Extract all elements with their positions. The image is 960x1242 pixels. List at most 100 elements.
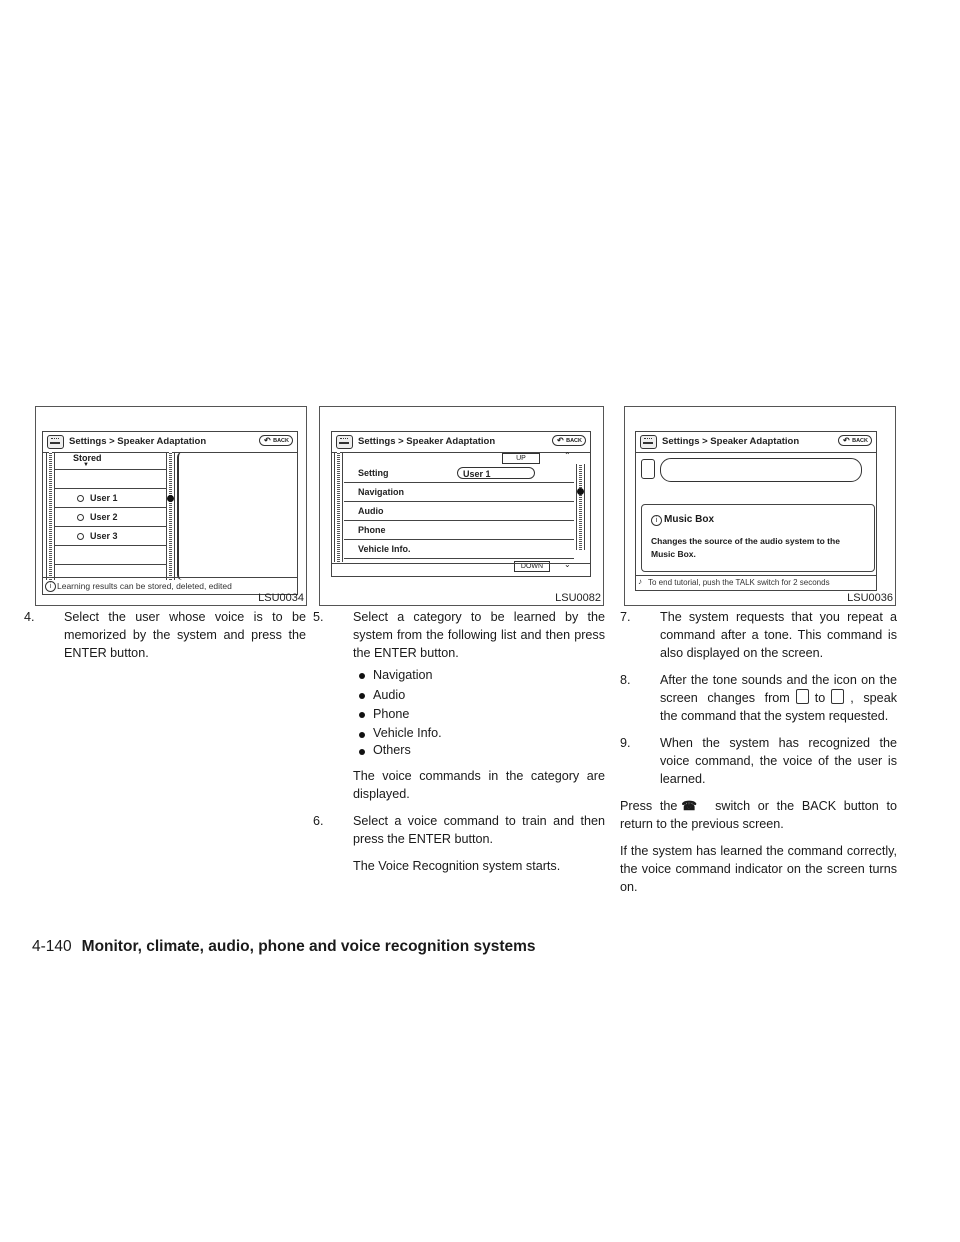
list-item-phone[interactable]: Phone: [344, 521, 574, 540]
step-text: Select the user whose voice is to be mem…: [64, 610, 306, 660]
step-number: 6.: [313, 813, 324, 828]
left-scroll-rail: [334, 452, 343, 562]
figure-lsu0034: Settings > Speaker Adaptation ↶ BACK Stor…: [35, 406, 307, 606]
list-row-empty: [55, 469, 166, 489]
list-item-user-3[interactable]: User 3: [55, 527, 166, 546]
voice-idle-icon: [795, 689, 809, 704]
column-2: 5. Select a category to be learned by the…: [313, 608, 605, 875]
list-item-user-2[interactable]: User 2: [55, 508, 166, 527]
bottom-bar: [332, 563, 590, 576]
step-number: 4.: [24, 610, 35, 624]
scroll-up-icon[interactable]: ⌃: [564, 451, 571, 460]
list-item-user-1[interactable]: User 1: [55, 489, 166, 508]
tutorial-text: To end tutorial, push the TALK switch fo…: [648, 578, 830, 587]
info-icon: i: [651, 515, 662, 526]
step-number: 9.: [620, 736, 631, 750]
back-arrow-icon: ↶: [264, 436, 271, 445]
column-3: 7. The system requests that you repeat a …: [620, 608, 897, 896]
list-item-setting[interactable]: Setting User 1: [344, 464, 574, 483]
step-number: 8.: [620, 673, 631, 687]
back-button[interactable]: ↶ BACK: [838, 435, 872, 446]
radio-icon: [77, 514, 84, 522]
right-scroll-rail[interactable]: [576, 464, 585, 550]
list-item: Audio: [353, 686, 605, 706]
screen-title: Settings > Speaker Adaptation: [662, 436, 800, 447]
screen-categories: Settings > Speaker Adaptation ↶ BACK UP ⌃…: [331, 431, 591, 577]
back-label: BACK: [852, 438, 868, 444]
step-6: 6. Select a voice command to train and th…: [313, 812, 605, 848]
step-text: Select a category to be learned by the s…: [353, 610, 605, 660]
menu-icon[interactable]: [336, 435, 353, 449]
setting-value-field[interactable]: User 1: [457, 467, 535, 479]
item-label: Vehicle Info.: [358, 544, 411, 554]
stored-dropdown-arrow-icon: ▼: [83, 462, 89, 468]
step-5: 5. Select a category to be learned by the…: [313, 608, 605, 662]
column-1: 4. Select the user whose voice is to be m…: [24, 608, 306, 662]
curved-divider: [177, 452, 182, 580]
info-icon: i: [45, 581, 56, 592]
list-item: Phone: [353, 705, 605, 725]
back-button[interactable]: ↶ BACK: [552, 435, 586, 446]
section-title: Monitor, climate, audio, phone and voice…: [81, 938, 536, 955]
tutorial-bar: ♪ To end tutorial, push the TALK switch f…: [636, 575, 876, 590]
radio-icon: [77, 533, 84, 541]
paragraph: Press the ☎ switch or the BACK button to r…: [620, 797, 897, 833]
back-arrow-icon: ↶: [557, 436, 564, 445]
category-list: Navigation Audio Phone Vehicle Info. Oth…: [353, 666, 605, 759]
text: Press the: [620, 799, 678, 813]
step-8: 8. After the tone sounds and the icon on …: [620, 671, 897, 725]
talk-phone-icon: ☎: [681, 799, 698, 813]
menu-icon[interactable]: [47, 435, 64, 449]
radio-icon: [77, 495, 84, 503]
list-row-empty: [55, 546, 166, 565]
list-item: Navigation: [353, 666, 605, 686]
step-number: 7.: [620, 610, 631, 624]
card-title: Music Box: [664, 514, 715, 525]
back-button[interactable]: ↶ BACK: [259, 435, 293, 446]
list-item: Vehicle Info.: [353, 725, 605, 742]
item-label: Phone: [358, 525, 386, 535]
figure-id: LSU0034: [258, 592, 304, 604]
left-scroll-rail: [46, 452, 55, 580]
step-text: The system requests that you repeat a co…: [660, 610, 897, 660]
scroll-position-indicator: [577, 488, 584, 495]
step-text: to: [814, 691, 826, 705]
back-label: BACK: [566, 438, 582, 444]
step-text: Select a voice command to train and then…: [353, 813, 605, 846]
figure-lsu0036: Settings > Speaker Adaptation ↶ BACK i Mu…: [624, 406, 896, 606]
item-label: User 1: [90, 493, 118, 503]
voice-active-icon: [831, 689, 845, 704]
item-label: Setting: [358, 468, 389, 478]
right-scroll-rail[interactable]: [166, 452, 175, 580]
page-number: 4-140: [32, 938, 72, 955]
up-button[interactable]: UP: [502, 453, 540, 464]
screen-tutorial: Settings > Speaker Adaptation ↶ BACK i Mu…: [635, 431, 877, 591]
talk-switch-icon: ♪: [638, 577, 642, 586]
step-7: 7. The system requests that you repeat a …: [620, 608, 897, 662]
step-9: 9. When the system has recognized the voi…: [620, 734, 897, 788]
page-footer: 4-140 Monitor, climate, audio, phone and …: [32, 938, 536, 956]
screen-header: Settings > Speaker Adaptation ↶ BACK: [636, 432, 876, 453]
list-item: Others: [353, 742, 605, 759]
back-arrow-icon: ↶: [843, 436, 850, 445]
screen-title: Settings > Speaker Adaptation: [358, 436, 496, 447]
list-item-audio[interactable]: Audio: [344, 502, 574, 521]
list-item-navigation[interactable]: Navigation: [344, 483, 574, 502]
screen-title: Settings > Speaker Adaptation: [69, 436, 207, 447]
scroll-position-indicator: [167, 495, 174, 502]
item-label: Audio: [358, 506, 384, 516]
voice-command-field: [660, 458, 862, 482]
list-item-vehicle-info[interactable]: Vehicle Info.: [344, 540, 574, 559]
paragraph: The voice commands in the category are d…: [353, 768, 605, 801]
figure-id: LSU0036: [847, 592, 893, 604]
screen-header: Settings > Speaker Adaptation ↶ BACK: [332, 432, 590, 453]
menu-icon[interactable]: [640, 435, 657, 449]
step-number: 5.: [313, 610, 324, 624]
card-text: Changes the source of the audio system t…: [651, 536, 840, 559]
item-label: User 2: [90, 512, 118, 522]
voice-speaking-icon: [641, 459, 655, 479]
figure-lsu0082: Settings > Speaker Adaptation ↶ BACK UP ⌃…: [319, 406, 604, 606]
paragraph: The Voice Recognition system starts.: [353, 858, 561, 873]
step-4: 4. Select the user whose voice is to be m…: [24, 608, 306, 662]
help-card: i Music Box Changes the source of the au…: [641, 504, 875, 572]
